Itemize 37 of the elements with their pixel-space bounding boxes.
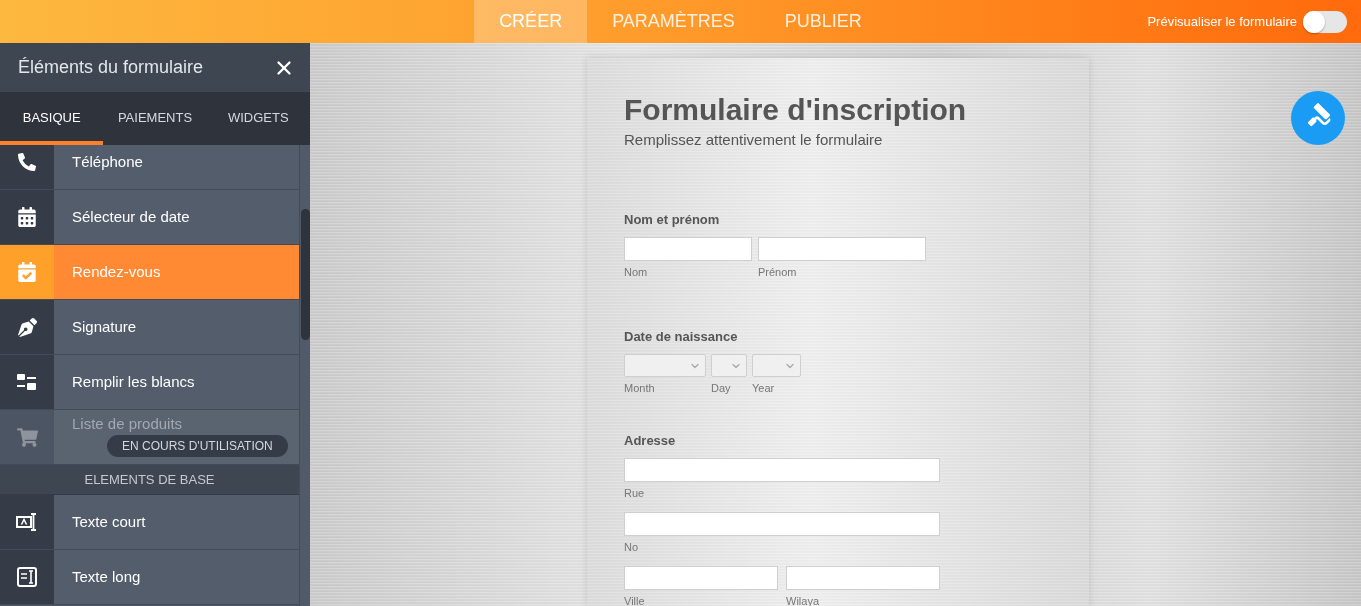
sublabel: Month (624, 381, 655, 395)
input-field[interactable] (624, 458, 940, 482)
preview-toggle[interactable] (1303, 10, 1347, 33)
input-field[interactable] (758, 237, 926, 261)
field-label: Date de naissance (624, 329, 738, 345)
dropdown-field[interactable] (624, 354, 706, 377)
text-area-icon (17, 567, 37, 587)
input-field[interactable] (786, 566, 940, 590)
input-field[interactable] (624, 237, 752, 261)
fill-blanks-icon (17, 374, 37, 390)
sublabel: Rue (624, 486, 645, 500)
sublabel: Day (711, 381, 731, 395)
dropdown-field[interactable] (752, 354, 801, 377)
phone-icon (18, 153, 36, 171)
calendar-icon (17, 207, 37, 227)
pen-nib-icon (17, 317, 37, 337)
sublabel: Ville (624, 594, 645, 606)
sublabel: No (624, 540, 639, 554)
form-subtitle: Remplissez attentivement le formulaire (624, 131, 883, 149)
text-input-icon (16, 513, 38, 531)
sublabel: Nom (624, 265, 648, 279)
field-label: Adresse (624, 433, 676, 449)
calendar-check-icon (17, 262, 37, 282)
scrollbar-thumb[interactable] (300, 209, 310, 340)
section-header: ELEMENTS DE BASE (0, 465, 299, 495)
field-label: Nom et prénom (624, 212, 720, 228)
input-field[interactable] (624, 512, 940, 536)
sidebar-title: Éléments du formulaire (18, 56, 204, 79)
in-use-badge: EN COURS D'UTILISATION (107, 434, 288, 457)
input-field[interactable] (624, 566, 778, 590)
design-button[interactable] (1291, 91, 1345, 145)
sublabel: Year (752, 381, 775, 395)
dropdown-field[interactable] (711, 354, 747, 377)
sublabel: Prénom (758, 265, 797, 279)
cart-icon (16, 426, 38, 448)
preview-label: Prévisualiser le formulaire (1147, 12, 1297, 31)
form-title: Formulaire d'inscription (624, 92, 967, 128)
